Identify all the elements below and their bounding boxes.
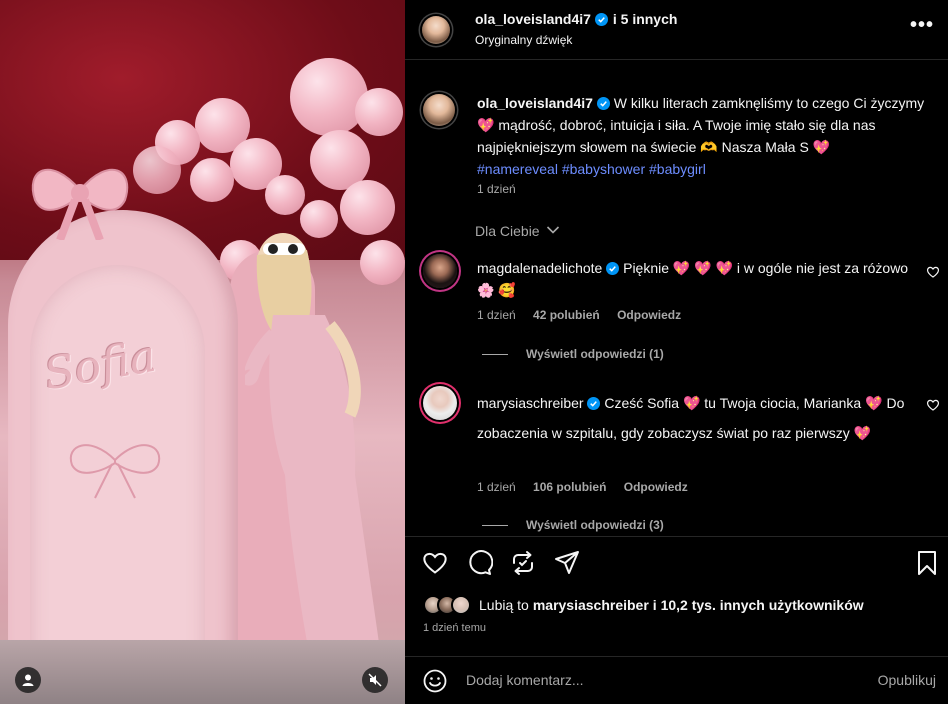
- coauthors-link[interactable]: i 5 innych: [613, 11, 678, 27]
- comment: magdalenadelichote Pięknie 💖 💖 💖 i w ogó…: [477, 257, 917, 301]
- view-replies-button[interactable]: Wyświetl odpowiedzi (1): [482, 347, 664, 361]
- reply-button[interactable]: Odpowiedz: [617, 308, 681, 322]
- comment-username[interactable]: magdalenadelichote: [477, 260, 602, 276]
- view-replies-button[interactable]: Wyświetl odpowiedzi (3): [482, 518, 664, 532]
- verified-badge-icon: [606, 262, 620, 275]
- tagged-users-button[interactable]: [15, 667, 41, 693]
- like-heart-icon[interactable]: [421, 549, 449, 577]
- comment-text: Pięknie: [623, 260, 670, 276]
- hashtag-link[interactable]: #namereveal: [477, 161, 558, 177]
- more-options-button[interactable]: •••: [910, 14, 934, 37]
- caption-text: W kilku literach zamknęliśmy to czego Ci…: [613, 95, 925, 111]
- likes-prefix: Lubią to: [479, 597, 529, 613]
- caption-time: 1 dzień: [477, 182, 516, 196]
- liker-avatar: [451, 595, 471, 615]
- comment-likes[interactable]: 42 polubień: [533, 308, 600, 322]
- comment-text: tu Twoja ciocia, Marianka: [704, 395, 862, 411]
- comment-text: Cześć Sofia: [604, 395, 680, 411]
- reply-button[interactable]: Odpowiedz: [624, 480, 688, 494]
- comment-time: 1 dzień: [477, 480, 516, 494]
- heart-emojis: 💖 💖 💖: [672, 260, 733, 276]
- comment-sort-dropdown[interactable]: Dla Ciebie: [475, 223, 560, 239]
- user-icon: [22, 674, 34, 686]
- comment-input[interactable]: Dodaj komentarz...: [466, 672, 584, 688]
- verified-badge-icon: [596, 97, 610, 110]
- comment: marysiaschreiber Cześć Sofia 💖 tu Twoja …: [477, 388, 917, 448]
- replies-divider: [482, 524, 508, 526]
- repost-icon[interactable]: [509, 549, 537, 577]
- audio-label[interactable]: Oryginalny dźwięk: [475, 33, 572, 47]
- post-media[interactable]: Sofia: [0, 0, 405, 704]
- drawn-bow-icon: [69, 444, 161, 499]
- likes-others[interactable]: i 10,2 tys. innych użytkowników: [653, 597, 864, 613]
- verified-badge-icon: [595, 13, 609, 26]
- balloon: [265, 175, 305, 215]
- avatar[interactable]: [423, 254, 457, 288]
- post-author: ola_loveisland4i7 i 5 innych: [475, 11, 677, 29]
- post-details-panel: ola_loveisland4i7 i 5 innych Oryginalny …: [405, 0, 948, 704]
- heart-emoji: 💖: [812, 139, 831, 155]
- floor: [0, 640, 405, 704]
- view-replies-label: Wyświetl odpowiedzi (1): [526, 347, 664, 361]
- heart-emoji: 💖: [853, 425, 872, 441]
- flower-smile-emojis: 🌸 🥰: [477, 282, 516, 298]
- likes-user[interactable]: marysiaschreiber: [533, 597, 649, 613]
- person-figure: [245, 233, 385, 685]
- comment-meta: 1 dzień 42 polubień Odpowiedz: [477, 308, 695, 322]
- hashtag-link[interactable]: #babygirl: [649, 161, 706, 177]
- likes-summary[interactable]: Lubią to marysiaschreiber i 10,2 tys. in…: [423, 592, 864, 618]
- comment-time: 1 dzień: [477, 308, 516, 322]
- share-paper-plane-icon[interactable]: [553, 549, 581, 577]
- caption-username[interactable]: ola_loveisland4i7: [477, 95, 593, 111]
- verified-badge-icon: [587, 397, 601, 410]
- muted-speaker-icon: [368, 673, 382, 687]
- author-username[interactable]: ola_loveisland4i7: [475, 11, 591, 27]
- mute-button[interactable]: [362, 667, 388, 693]
- save-bookmark-icon[interactable]: [913, 549, 941, 577]
- comment-meta: 1 dzień 106 polubień Odpowiedz: [477, 480, 702, 494]
- publish-button[interactable]: Opublikuj: [878, 672, 936, 688]
- hands-heart-emoji: 🫶: [700, 139, 718, 155]
- comment-like-heart-icon[interactable]: [926, 398, 940, 412]
- heart-emoji: 💖: [682, 395, 701, 411]
- post-header: ola_loveisland4i7 i 5 innych Oryginalny …: [405, 0, 948, 60]
- avatar[interactable]: [422, 16, 450, 44]
- replies-divider: [482, 353, 508, 355]
- avatar[interactable]: [423, 94, 455, 126]
- balloon: [133, 146, 181, 194]
- post-actions: [405, 536, 948, 588]
- heart-emoji: 💖: [865, 395, 883, 411]
- post-caption: ola_loveisland4i7 W kilku literach zamkn…: [477, 92, 932, 180]
- hashtag-link[interactable]: #babyshower: [562, 161, 645, 177]
- comment-bubble-icon[interactable]: [465, 549, 493, 577]
- comment-text: i w ogóle nie jest za różowo: [736, 260, 909, 276]
- caption-text: Nasza Mała S: [721, 139, 809, 155]
- comment-like-heart-icon[interactable]: [926, 265, 940, 279]
- comment-likes[interactable]: 106 polubień: [533, 480, 606, 494]
- balloon: [190, 158, 234, 202]
- chevron-down-icon: [547, 226, 560, 234]
- ribbon-bow-icon: [31, 168, 129, 240]
- heart-emoji: 💖: [477, 117, 495, 133]
- comment-username[interactable]: marysiaschreiber: [477, 395, 584, 411]
- balloon: [355, 88, 403, 136]
- comment-sort-label: Dla Ciebie: [475, 223, 540, 239]
- avatar[interactable]: [423, 386, 457, 420]
- emoji-smiley-icon[interactable]: [423, 669, 447, 693]
- add-comment-bar: Dodaj komentarz... Opublikuj: [405, 656, 948, 704]
- post-date: 1 dzień temu: [423, 622, 486, 634]
- balloon: [290, 58, 368, 136]
- view-replies-label: Wyświetl odpowiedzi (3): [526, 518, 664, 532]
